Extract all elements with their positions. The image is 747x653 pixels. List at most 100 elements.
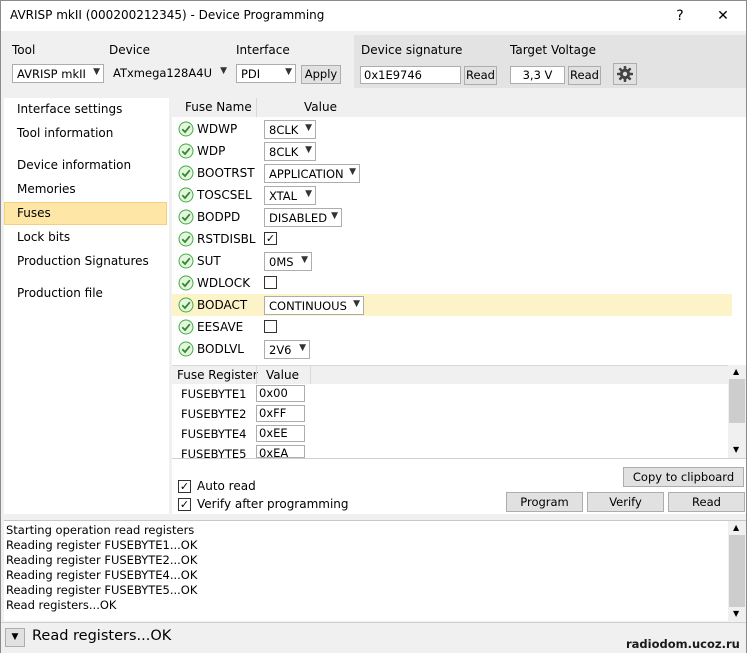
help-button[interactable]: ?	[666, 5, 694, 27]
chevron-down-icon: ▼	[305, 145, 312, 155]
sidebar-nav: Interface settings Tool information Devi…	[4, 98, 169, 514]
apply-button[interactable]: Apply	[301, 65, 341, 84]
fuse-value: 2V6	[269, 343, 292, 357]
fuse-value: APPLICATION	[269, 167, 344, 181]
fuse-row: WDLOCK	[172, 272, 732, 294]
fuse-value-column-header: Value	[304, 100, 337, 114]
column-divider	[256, 98, 257, 117]
scroll-down-icon[interactable]: ▼	[733, 609, 739, 618]
fuse-table-header: Fuse Name Value	[172, 98, 746, 117]
copy-to-clipboard-button[interactable]: Copy to clipboard	[623, 467, 744, 487]
check-circle-icon	[178, 165, 194, 181]
scroll-down-icon[interactable]: ▼	[733, 445, 739, 454]
settings-button[interactable]	[613, 63, 637, 85]
fuse-value-select[interactable]: XTAL ▼	[264, 186, 316, 205]
sidebar-item-lock-bits[interactable]: Lock bits	[4, 226, 167, 249]
log-line: Reading register FUSEBYTE1...OK	[6, 538, 198, 552]
fuse-value: XTAL	[269, 189, 298, 203]
read-button[interactable]: Read	[668, 492, 745, 512]
chevron-down-icon: ▼	[220, 66, 227, 76]
status-text: Read registers...OK	[32, 628, 172, 644]
fuse-value-checkbox[interactable]	[264, 276, 277, 289]
check-circle-icon	[178, 209, 194, 225]
check-circle-icon	[178, 143, 194, 159]
fuse-register-value-field[interactable]: 0x00	[256, 385, 305, 402]
chevron-down-icon: ▼	[305, 123, 312, 133]
chevron-down-icon: ▼	[285, 67, 292, 77]
fuse-row: BODPD DISABLED ▼	[172, 206, 732, 228]
fuse-value-select[interactable]: DISABLED ▼	[264, 208, 342, 227]
fuse-value-checkbox[interactable]	[264, 320, 277, 333]
close-button[interactable]: ✕	[709, 5, 737, 27]
fuse-row: BOOTRST APPLICATION ▼	[172, 162, 732, 184]
device-select[interactable]: ATxmega128A4U ▼	[109, 64, 230, 83]
check-circle-icon	[178, 187, 194, 203]
fuse-register-value-field[interactable]: 0xFF	[256, 405, 305, 422]
fuse-name-column-header: Fuse Name	[185, 100, 252, 114]
fuse-name: BODACT	[197, 298, 248, 312]
fuse-value: CONTINUOUS	[269, 299, 347, 313]
fuse-value-select[interactable]: 2V6 ▼	[264, 340, 310, 359]
tool-select[interactable]: AVRISP mkII ▼	[12, 64, 104, 83]
sidebar-item-memories[interactable]: Memories	[4, 178, 167, 201]
tool-select-value: AVRISP mkII	[17, 67, 86, 81]
sidebar-item-label: Fuses	[17, 206, 51, 220]
register-scrollbar[interactable]: ▲ ▼	[728, 365, 746, 458]
sidebar-item-label: Tool information	[17, 126, 114, 140]
verify-after-programming-label: Verify after programming	[197, 497, 349, 511]
fuse-register-column-header: Fuse Register	[177, 368, 258, 382]
fuse-value: DISABLED	[269, 211, 328, 225]
fuse-name: SUT	[197, 254, 221, 268]
sidebar-item-fuses[interactable]: Fuses	[4, 202, 167, 225]
fuse-register-name: FUSEBYTE1	[181, 387, 247, 401]
scrollbar-thumb[interactable]	[729, 535, 745, 607]
title-bar: AVRISP mkII (000200212345) - Device Prog…	[1, 1, 746, 31]
sidebar-item-interface-settings[interactable]: Interface settings	[4, 98, 167, 121]
fuse-name: RSTDISBL	[197, 232, 256, 246]
fuse-value-select[interactable]: CONTINUOUS ▼	[264, 296, 364, 315]
fuse-value-select[interactable]: 8CLK ▼	[264, 142, 316, 161]
fuse-value-select[interactable]: APPLICATION ▼	[264, 164, 360, 183]
fuse-value-checkbox[interactable]: ✓	[264, 232, 277, 245]
fuse-name: BOOTRST	[197, 166, 255, 180]
sidebar-item-label: Device information	[17, 158, 132, 172]
scroll-up-icon[interactable]: ▲	[733, 523, 739, 532]
auto-read-checkbox[interactable]: ✓	[178, 480, 191, 493]
sidebar-item-label: Production Signatures	[17, 254, 149, 268]
scrollbar-thumb[interactable]	[729, 379, 745, 423]
device-label: Device	[109, 43, 151, 57]
signature-read-button[interactable]: Read	[464, 66, 497, 85]
log-scrollbar[interactable]: ▲ ▼	[728, 521, 746, 621]
verify-button[interactable]: Verify	[587, 492, 664, 512]
target-voltage-field[interactable]: 3,3 V	[510, 66, 565, 84]
sidebar-item-production-file[interactable]: Production file	[4, 282, 167, 305]
status-bar: ▼ Read registers...OK radiodom.ucoz.ru	[1, 622, 746, 653]
fuse-register-value-field[interactable]: 0xEE	[256, 425, 305, 442]
sidebar-item-production-signatures[interactable]: Production Signatures	[4, 250, 167, 273]
fuse-name: WDP	[197, 144, 226, 158]
fuse-name: WDLOCK	[197, 276, 251, 290]
scroll-up-icon[interactable]: ▲	[733, 367, 739, 376]
interface-select[interactable]: PDI ▼	[236, 64, 296, 83]
tool-label: Tool	[12, 43, 36, 57]
program-button[interactable]: Program	[506, 492, 583, 512]
fuse-register-name: FUSEBYTE4	[181, 427, 247, 441]
device-signature-field[interactable]: 0x1E9746	[360, 66, 461, 84]
fuse-value-select[interactable]: 0MS ▼	[264, 252, 312, 271]
fuse-register-value-field[interactable]: 0xEA	[256, 445, 305, 460]
fuse-name: BODPD	[197, 210, 241, 224]
check-circle-icon	[178, 253, 194, 269]
toggle-log-button[interactable]: ▼	[5, 628, 25, 647]
fuse-row: BODLVL 2V6 ▼	[172, 338, 732, 360]
verify-after-programming-checkbox[interactable]: ✓	[178, 498, 191, 511]
fuse-value-select[interactable]: 8CLK ▼	[264, 120, 316, 139]
check-circle-icon	[178, 297, 194, 313]
device-select-value: ATxmega128A4U	[113, 66, 212, 80]
fuse-register-name: FUSEBYTE2	[181, 407, 247, 421]
sidebar-item-device-information[interactable]: Device information	[4, 154, 167, 177]
fuse-row: WDWP 8CLK ▼	[172, 118, 732, 140]
output-log: Starting operation read registers Readin…	[4, 520, 746, 621]
sidebar-item-tool-information[interactable]: Tool information	[4, 122, 167, 145]
register-table-header: Fuse Register Value	[172, 365, 728, 384]
voltage-read-button[interactable]: Read	[568, 66, 601, 85]
